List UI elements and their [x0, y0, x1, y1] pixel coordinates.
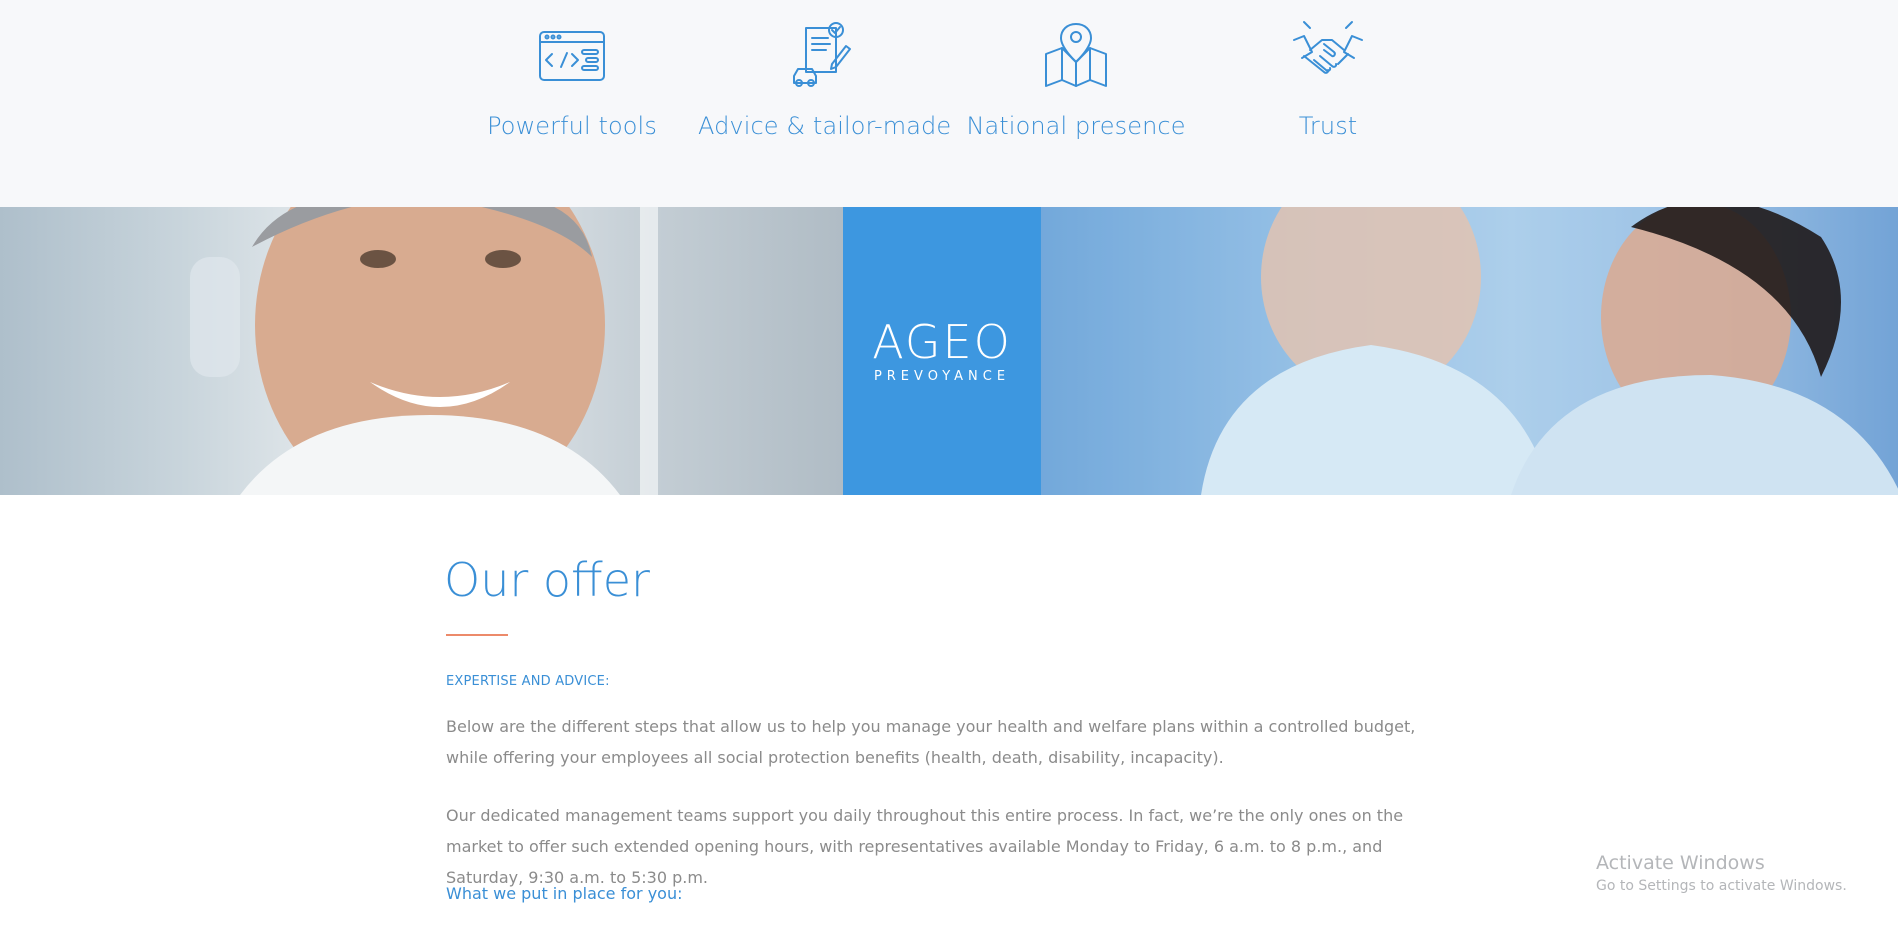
- feature-label: Advice & tailor-made: [698, 112, 952, 140]
- offer-paragraph-2: Our dedicated management teams support y…: [446, 806, 1404, 887]
- feature-trust[interactable]: Trust: [1202, 0, 1454, 207]
- feature-powerful-tools[interactable]: Powerful tools: [446, 0, 698, 207]
- handshake-icon: [1290, 20, 1366, 90]
- map-pin-icon: [1038, 20, 1114, 90]
- feature-label: Powerful tools: [487, 112, 657, 140]
- medical-staff-illustration: [1041, 207, 1898, 495]
- offer-kicker: EXPERTISE AND ADVICE:: [446, 674, 610, 689]
- title-divider: [446, 634, 508, 636]
- smiling-woman-illustration: [190, 207, 658, 495]
- features-band: Powerful tools Advice & tailor-made Nati…: [0, 0, 1898, 207]
- document-pen-car-icon: [786, 20, 862, 90]
- watermark-title: Activate Windows: [1596, 852, 1765, 874]
- windows-activation-watermark: Activate Windows Go to Settings to activ…: [1596, 850, 1847, 896]
- ageo-logo-box: AGEO PREVOYANCE: [843, 207, 1041, 495]
- smiling-woman-photo: [0, 207, 843, 495]
- code-window-icon: [534, 20, 610, 90]
- feature-national-presence[interactable]: National presence: [950, 0, 1202, 207]
- feature-advice-tailor-made[interactable]: Advice & tailor-made: [698, 0, 952, 207]
- ageo-logo-tagline: PREVOYANCE: [873, 369, 1011, 384]
- offer-paragraph-1: Below are the different steps that allow…: [446, 717, 1416, 767]
- offer-subheading: What we put in place for you:: [446, 884, 683, 903]
- ageo-logo-wordmark: AGEO: [872, 315, 1012, 369]
- feature-label: Trust: [1298, 112, 1358, 140]
- hero-banner: AGEO PREVOYANCE: [0, 207, 1898, 495]
- offer-title: Our offer: [444, 553, 650, 607]
- watermark-subtitle: Go to Settings to activate Windows.: [1596, 878, 1847, 894]
- feature-label: National presence: [966, 112, 1186, 140]
- medical-staff-photo: [1041, 207, 1898, 495]
